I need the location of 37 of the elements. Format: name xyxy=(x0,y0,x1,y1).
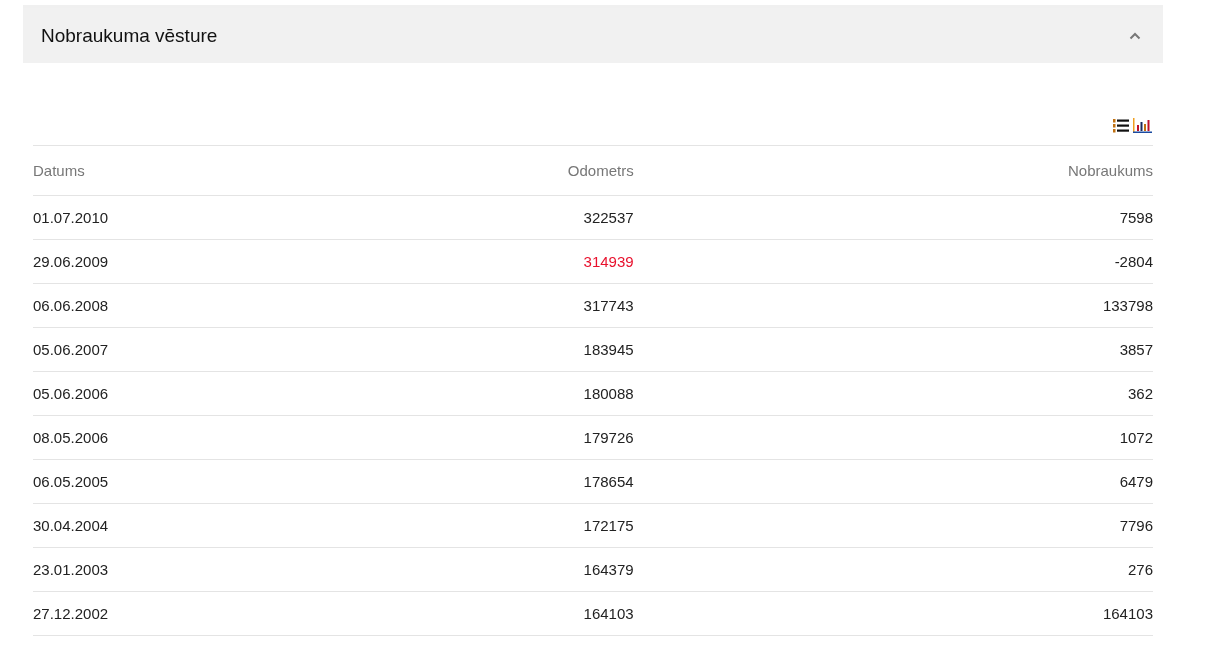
table-cell-text: 01.07.2010 xyxy=(33,209,110,226)
table-cell-text: 7796 xyxy=(1118,517,1153,534)
table-cell: 180088 xyxy=(583,385,634,402)
numbered-list-icon xyxy=(1112,117,1129,133)
table-cell-text: 276 xyxy=(1126,561,1153,578)
table-cell-text: 23.01.2003 xyxy=(33,561,110,578)
table-cell: 164379 xyxy=(583,561,634,578)
table-cell-text: 06.05.2005 xyxy=(33,473,110,490)
table-cell-text: 133798 xyxy=(1101,297,1153,314)
table-cell-text: 3857 xyxy=(1118,341,1153,358)
table-cell: 164103 xyxy=(583,605,634,622)
table-cell-text: 29.06.2009 xyxy=(33,253,110,270)
column-header: Datums xyxy=(33,162,86,179)
table-cell: 178654 xyxy=(583,473,634,490)
chevron-icon xyxy=(1129,31,1141,40)
table-cell-text: 7598 xyxy=(1118,209,1153,226)
table-cell: 317743 xyxy=(583,297,634,314)
table-cell-text: 1072 xyxy=(1118,429,1153,446)
table-cell: 322537 xyxy=(583,209,634,226)
table-cell: 183945 xyxy=(583,341,634,358)
table-cell: 172175 xyxy=(583,517,634,534)
table-cell-text: 08.05.2006 xyxy=(33,429,110,446)
table-cell-text: 06.06.2008 xyxy=(33,297,110,314)
table-cell-text: 164103 xyxy=(1101,605,1153,622)
bar-chart-icon xyxy=(1133,117,1152,133)
table-cell-text: -2804 xyxy=(1113,253,1153,270)
table-cell-text: 05.06.2007 xyxy=(33,341,110,358)
table-cell-text: 362 xyxy=(1126,385,1153,402)
table-cell-text: 6479 xyxy=(1118,473,1153,490)
column-header: Odometrs xyxy=(567,162,634,179)
table-cell-text: 05.06.2006 xyxy=(33,385,110,402)
table-cell: 314939 xyxy=(583,253,634,270)
table-cell: 179726 xyxy=(583,429,634,446)
column-header: Nobraukums xyxy=(1066,162,1153,179)
table-cell-text: 30.04.2004 xyxy=(33,517,110,534)
table-cell-text: 27.12.2002 xyxy=(33,605,110,622)
panel-title: Nobraukuma vēsture xyxy=(41,24,218,47)
